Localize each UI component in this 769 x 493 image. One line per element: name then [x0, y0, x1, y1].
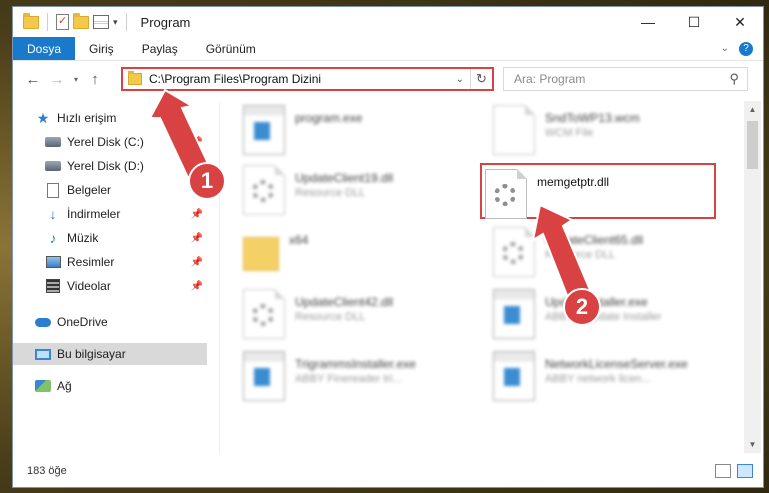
step-badge-1: 1: [188, 162, 226, 200]
step-badge-2: 2: [563, 288, 601, 326]
annotation-arrows: [148, 88, 592, 300]
arrow-2: [531, 203, 592, 300]
